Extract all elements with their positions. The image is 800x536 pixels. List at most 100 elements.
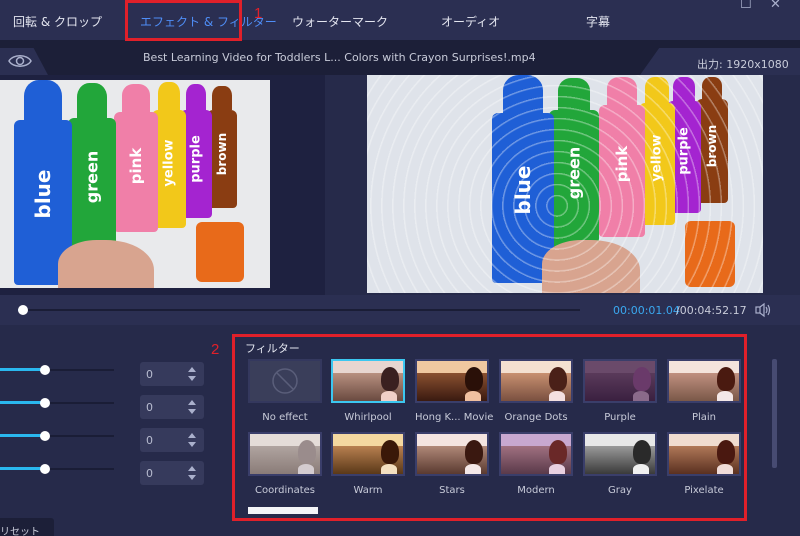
stepper-input[interactable] bbox=[140, 395, 180, 419]
filter-thumbnail bbox=[248, 359, 322, 403]
filter-thumbnail bbox=[499, 359, 573, 403]
crayon-tip bbox=[212, 86, 232, 110]
filter-item[interactable]: Purple bbox=[583, 359, 657, 423]
adjust-slider[interactable] bbox=[0, 397, 114, 409]
filter-name: Purple bbox=[604, 412, 636, 423]
seek-track[interactable] bbox=[18, 309, 580, 311]
filter-thumbnail bbox=[415, 359, 489, 403]
thumb-figure bbox=[381, 367, 399, 391]
tab-rotate-crop[interactable]: 回転 & クロップ bbox=[13, 13, 102, 30]
filter-item[interactable]: Pixelate bbox=[667, 432, 741, 496]
hand bbox=[58, 240, 154, 288]
adjust-slider[interactable] bbox=[0, 364, 114, 376]
filter-item[interactable]: No effect bbox=[248, 359, 322, 423]
stepper-input[interactable] bbox=[140, 428, 180, 452]
crayon-label: yellow bbox=[161, 139, 177, 187]
crayon-tip bbox=[645, 77, 669, 103]
slider-handle[interactable] bbox=[40, 365, 50, 375]
decrement-arrow-icon[interactable] bbox=[188, 475, 196, 480]
thumb-figure bbox=[465, 367, 483, 391]
thumb-figure bbox=[717, 440, 735, 464]
increment-arrow-icon[interactable] bbox=[188, 367, 196, 372]
filter-item[interactable]: Orange Dots bbox=[499, 359, 573, 423]
increment-arrow-icon[interactable] bbox=[188, 400, 196, 405]
value-stepper bbox=[140, 428, 204, 452]
stepper-input[interactable] bbox=[140, 362, 180, 386]
slider-fill bbox=[0, 401, 45, 404]
value-stepper bbox=[140, 362, 204, 386]
volume-icon[interactable] bbox=[755, 302, 773, 318]
thumb-figure-shoulder bbox=[298, 464, 314, 474]
filter-item[interactable]: Modern bbox=[499, 432, 573, 496]
tab-watermark[interactable]: ウォーターマーク bbox=[292, 13, 388, 30]
filter-item[interactable]: Gray bbox=[583, 432, 657, 496]
stepper-input[interactable] bbox=[140, 461, 180, 485]
eye-icon[interactable] bbox=[8, 53, 32, 69]
filter-item[interactable]: Hong K... Movie bbox=[415, 359, 494, 423]
filter-thumbnail bbox=[667, 359, 741, 403]
crayon-tip bbox=[673, 77, 695, 101]
filter-name: Plain bbox=[691, 412, 717, 423]
output-video-frame: brown purple yellow pink green blue bbox=[367, 75, 763, 293]
adjust-slider[interactable] bbox=[0, 430, 114, 442]
crayon-label: purple bbox=[188, 134, 204, 183]
increment-arrow-icon[interactable] bbox=[188, 433, 196, 438]
crayon-label: pink bbox=[127, 147, 145, 185]
thumb-figure-shoulder bbox=[717, 391, 733, 401]
crayon-tip bbox=[558, 78, 590, 110]
thumb-figure-shoulder bbox=[633, 464, 649, 474]
crayon-label: brown bbox=[705, 124, 719, 167]
filter-name: Pixelate bbox=[684, 485, 724, 496]
orange-crayon-cup bbox=[196, 222, 244, 282]
filter-name: Hong K... Movie bbox=[415, 412, 494, 423]
filter-name: No effect bbox=[262, 412, 308, 423]
thumb-figure-shoulder bbox=[633, 391, 649, 401]
filter-name: Modern bbox=[517, 485, 555, 496]
thumb-figure-shoulder bbox=[381, 464, 397, 474]
crayon-label: pink bbox=[613, 146, 631, 183]
crayon-tip bbox=[503, 75, 543, 113]
crayon-tip bbox=[121, 84, 151, 112]
thumb-figure bbox=[717, 367, 735, 391]
filter-loading-bar bbox=[248, 507, 318, 514]
no-effect-icon bbox=[272, 368, 298, 394]
filter-scrollbar[interactable] bbox=[772, 359, 777, 468]
reset-button[interactable]: リセット bbox=[0, 518, 54, 536]
filter-item[interactable]: Plain bbox=[667, 359, 741, 423]
thumb-figure-shoulder bbox=[549, 464, 565, 474]
thumb-figure-shoulder bbox=[465, 391, 481, 401]
annotation-label-2: 2 bbox=[211, 341, 220, 358]
crayon-label: green bbox=[564, 146, 584, 200]
maximize-icon[interactable]: ☐ bbox=[740, 0, 752, 12]
slider-handle[interactable] bbox=[40, 464, 50, 474]
thumb-figure-shoulder bbox=[381, 391, 397, 401]
slider-handle[interactable] bbox=[40, 398, 50, 408]
filter-item[interactable]: Whirlpool bbox=[331, 359, 405, 423]
filter-name: Whirlpool bbox=[344, 412, 392, 423]
current-time: 00:00:01.04 bbox=[613, 304, 680, 317]
crayon-pink: pink bbox=[114, 84, 158, 232]
value-stepper bbox=[140, 395, 204, 419]
slider-handle[interactable] bbox=[40, 431, 50, 441]
crayon-tip bbox=[607, 77, 637, 105]
thumb-figure bbox=[549, 367, 567, 391]
tab-audio[interactable]: オーディオ bbox=[441, 13, 500, 30]
decrement-arrow-icon[interactable] bbox=[188, 442, 196, 447]
crayon-green: green bbox=[68, 83, 116, 248]
filter-thumbnail bbox=[415, 432, 489, 476]
filter-item[interactable]: Coordinates bbox=[248, 432, 322, 496]
filter-thumbnail bbox=[583, 359, 657, 403]
filter-item[interactable]: Warm bbox=[331, 432, 405, 496]
close-icon[interactable]: ✕ bbox=[770, 0, 781, 12]
thumb-figure bbox=[381, 440, 399, 464]
tab-subtitles[interactable]: 字幕 bbox=[586, 13, 610, 30]
total-time: /00:04:52.17 bbox=[676, 304, 747, 317]
thumb-figure bbox=[549, 440, 567, 464]
decrement-arrow-icon[interactable] bbox=[188, 376, 196, 381]
adjust-slider[interactable] bbox=[0, 463, 114, 475]
increment-arrow-icon[interactable] bbox=[188, 466, 196, 471]
decrement-arrow-icon[interactable] bbox=[188, 409, 196, 414]
filter-name: Stars bbox=[439, 485, 465, 496]
filter-thumbnail bbox=[583, 432, 657, 476]
filter-item[interactable]: Stars bbox=[415, 432, 489, 496]
